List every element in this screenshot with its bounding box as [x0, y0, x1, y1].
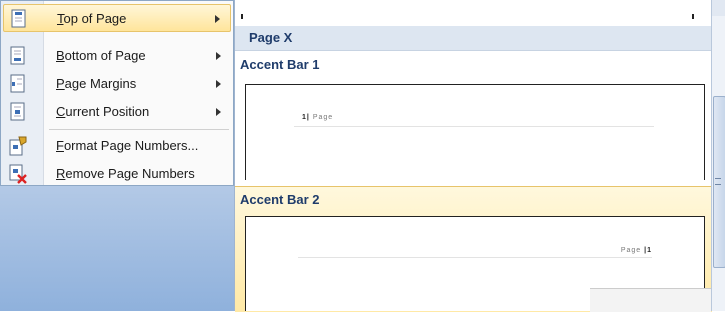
menu-item-remove-page-numbers[interactable]: Remove Page Numbers	[3, 160, 231, 188]
menu-item-bottom-of-page[interactable]: Bottom of Page	[3, 42, 231, 70]
page-number-sample: Page |1	[620, 247, 652, 254]
menu-item-top-of-page[interactable]: Top of Page	[3, 4, 231, 32]
page-top-icon	[11, 9, 26, 28]
menu-item-label: Current Position	[56, 104, 150, 119]
gallery-item-label: Accent Bar 2	[240, 192, 320, 207]
submenu-arrow-icon	[216, 52, 221, 60]
gallery-item-label: Accent Bar 1	[240, 57, 320, 72]
menu-separator	[49, 129, 229, 130]
menu-item-label: Page Margins	[56, 76, 137, 91]
scroll-up-button[interactable]	[712, 0, 725, 16]
gallery-item-accent-bar-1[interactable]: 1| Page	[245, 84, 705, 180]
format-page-numbers-icon	[9, 136, 27, 156]
current-position-icon	[10, 102, 25, 121]
menu-item-format-page-numbers[interactable]: Format Page Numbers...	[3, 132, 231, 160]
scrollbar-grip-icon	[715, 178, 721, 185]
submenu-arrow-icon	[216, 108, 221, 116]
menu-item-label: Bottom of Page	[56, 48, 146, 63]
document-backdrop	[0, 186, 234, 311]
page-number-gallery: Page X Accent Bar 1 1| Page Accent Bar 2…	[234, 0, 712, 312]
menu-item-page-margins[interactable]: Page Margins	[3, 70, 231, 98]
page-margins-icon	[10, 74, 25, 93]
resize-area	[590, 288, 711, 312]
page-edge-mark	[692, 14, 694, 19]
gallery-group-header: Page X	[235, 26, 712, 51]
header-line	[294, 126, 654, 127]
submenu-arrow-icon	[215, 15, 220, 23]
page-edge-mark	[241, 14, 243, 19]
page-number-menu: Top of Page Bottom of Page Page Margins …	[0, 0, 234, 186]
submenu-arrow-icon	[216, 80, 221, 88]
menu-item-current-position[interactable]: Current Position	[3, 98, 231, 126]
menu-item-label: Format Page Numbers...	[56, 138, 199, 153]
page-bottom-icon	[10, 46, 25, 65]
remove-page-numbers-icon	[9, 164, 27, 184]
header-line	[298, 257, 652, 258]
menu-item-label: Top of Page	[57, 11, 127, 26]
gallery-scrollbar[interactable]	[711, 0, 725, 311]
group-header-label: Page X	[249, 30, 293, 45]
gallery-top-strip	[235, 0, 712, 24]
page-number-sample: 1| Page	[302, 114, 334, 121]
menu-item-label: Remove Page Numbers	[56, 166, 195, 181]
